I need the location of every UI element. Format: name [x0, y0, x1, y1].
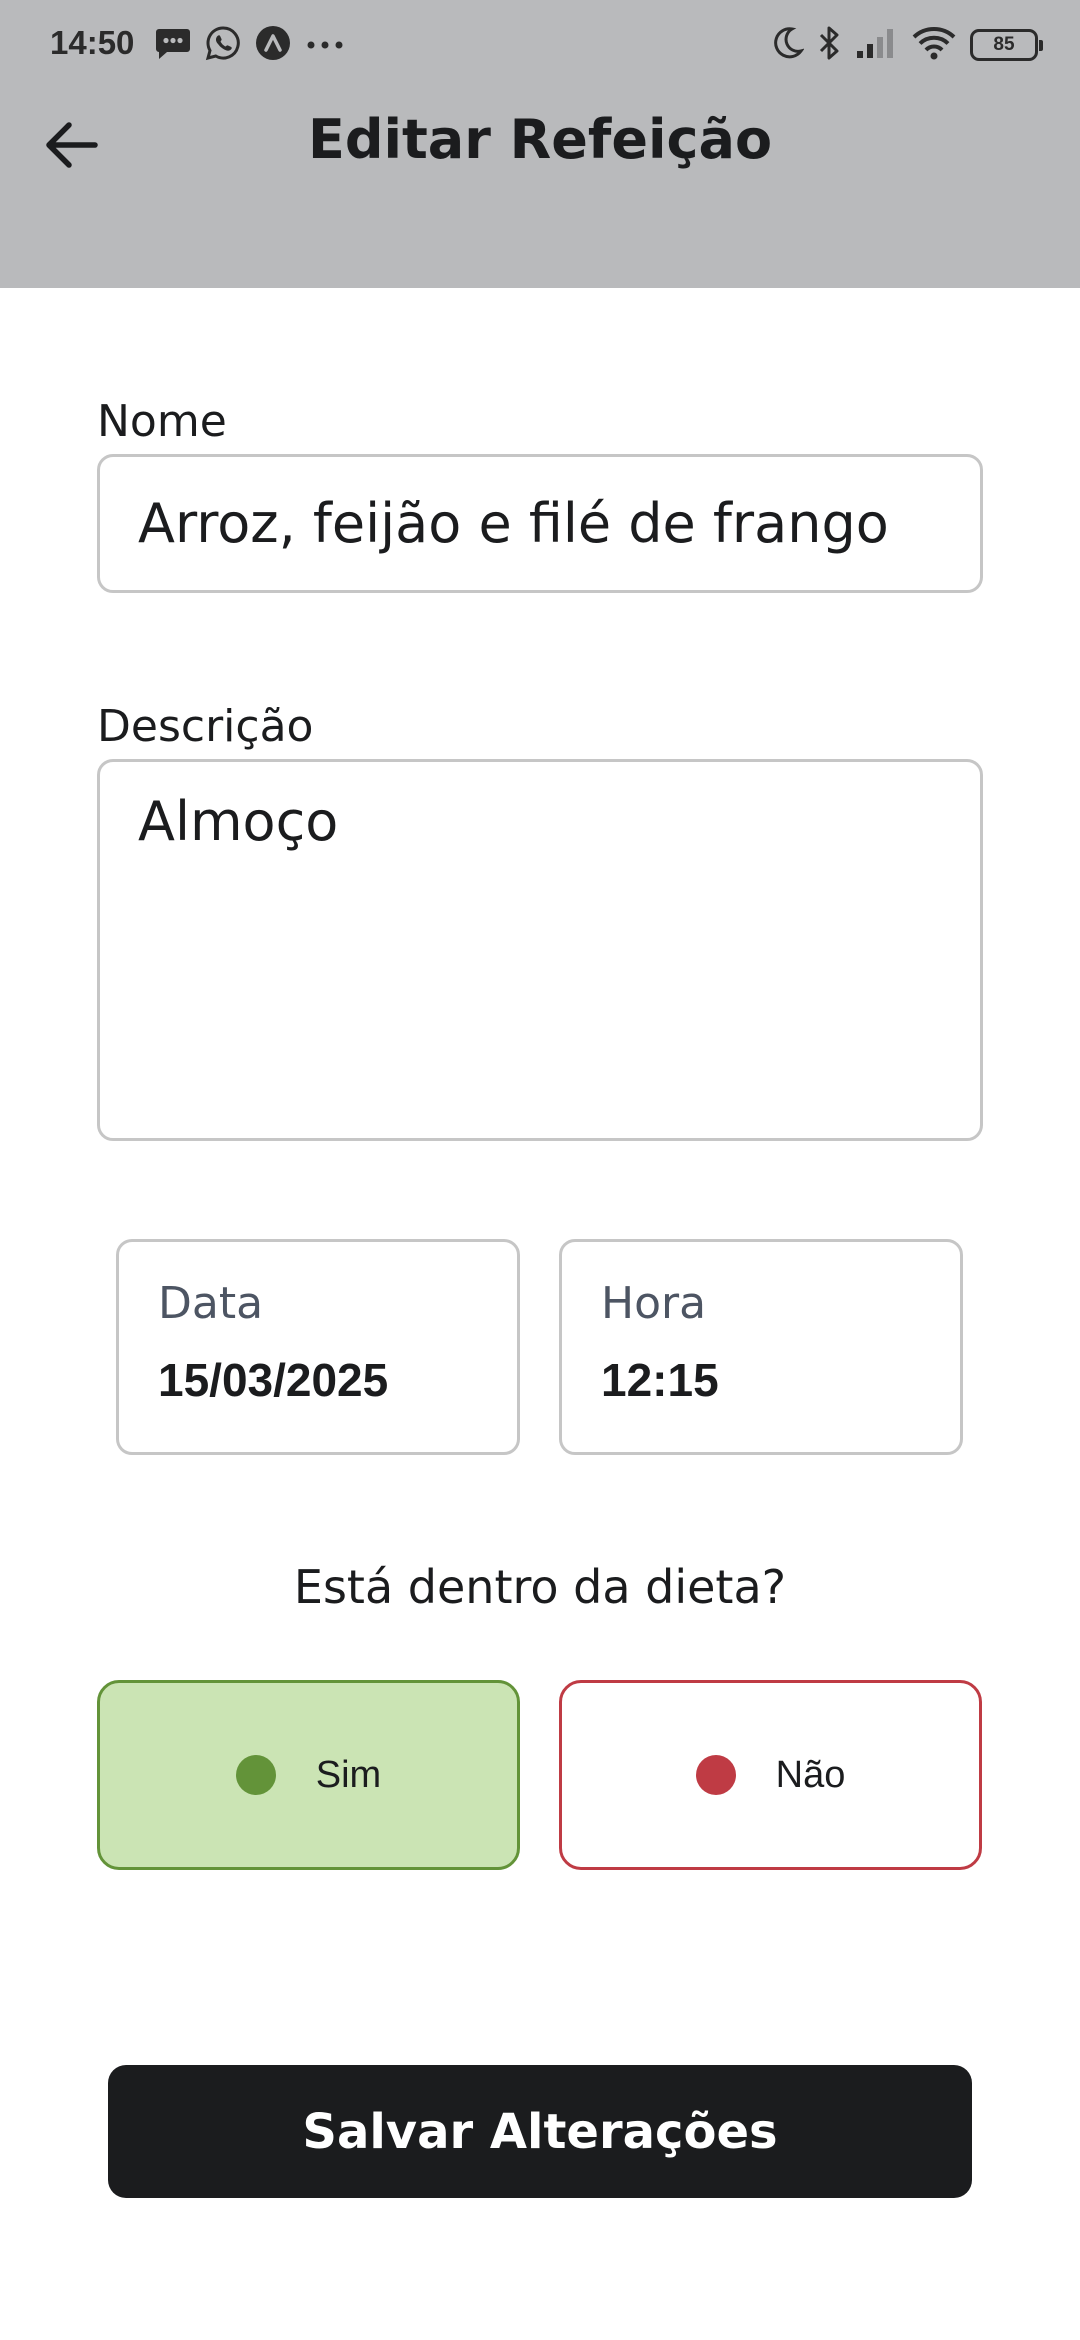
save-changes-label: Salvar Alterações: [302, 2103, 778, 2160]
date-label: Data: [158, 1278, 264, 1329]
description-label: Descrição: [97, 701, 314, 752]
time-value: 12:15: [601, 1354, 719, 1406]
message-icon: [155, 26, 191, 64]
signal-icon: [856, 27, 898, 63]
save-changes-button[interactable]: Salvar Alterações: [108, 2065, 972, 2198]
diet-question: Está dentro da dieta?: [293, 1560, 787, 1614]
notification-icons: [155, 24, 345, 66]
description-input-value: Almoço: [138, 790, 339, 853]
system-icons: 85: [770, 22, 1043, 68]
diet-no-label: Não: [775, 1753, 846, 1796]
app-notification-icon: [255, 25, 291, 65]
app-header: 14:50 85 Editar Refeição: [0, 0, 1080, 288]
page-title: Editar Refeição: [307, 108, 773, 171]
diet-yes-label: Sim: [315, 1753, 382, 1796]
diet-yes-option[interactable]: Sim: [97, 1680, 520, 1870]
status-bar: 14:50 85: [0, 0, 1080, 90]
name-input-value: Arroz, feijão e filé de frango: [138, 492, 889, 555]
wifi-icon: [912, 26, 956, 64]
bluetooth-icon: [818, 24, 842, 66]
whatsapp-icon: [205, 25, 241, 65]
green-dot-icon: [235, 1755, 276, 1795]
moon-icon: [770, 25, 805, 65]
red-dot-icon: [695, 1755, 736, 1795]
date-picker[interactable]: Data 15/03/2025: [116, 1239, 520, 1455]
description-input[interactable]: Almoço: [97, 759, 983, 1141]
date-value: 15/03/2025: [158, 1354, 389, 1406]
battery-level: 85: [993, 34, 1015, 55]
time-picker[interactable]: Hora 12:15: [559, 1239, 963, 1455]
status-time: 14:50: [50, 24, 135, 61]
time-label: Hora: [601, 1278, 707, 1329]
name-input[interactable]: Arroz, feijão e filé de frango: [97, 454, 983, 593]
more-icon: [305, 36, 345, 55]
battery-icon: 85: [970, 29, 1043, 61]
name-label: Nome: [97, 396, 227, 447]
diet-no-option[interactable]: Não: [559, 1680, 982, 1870]
